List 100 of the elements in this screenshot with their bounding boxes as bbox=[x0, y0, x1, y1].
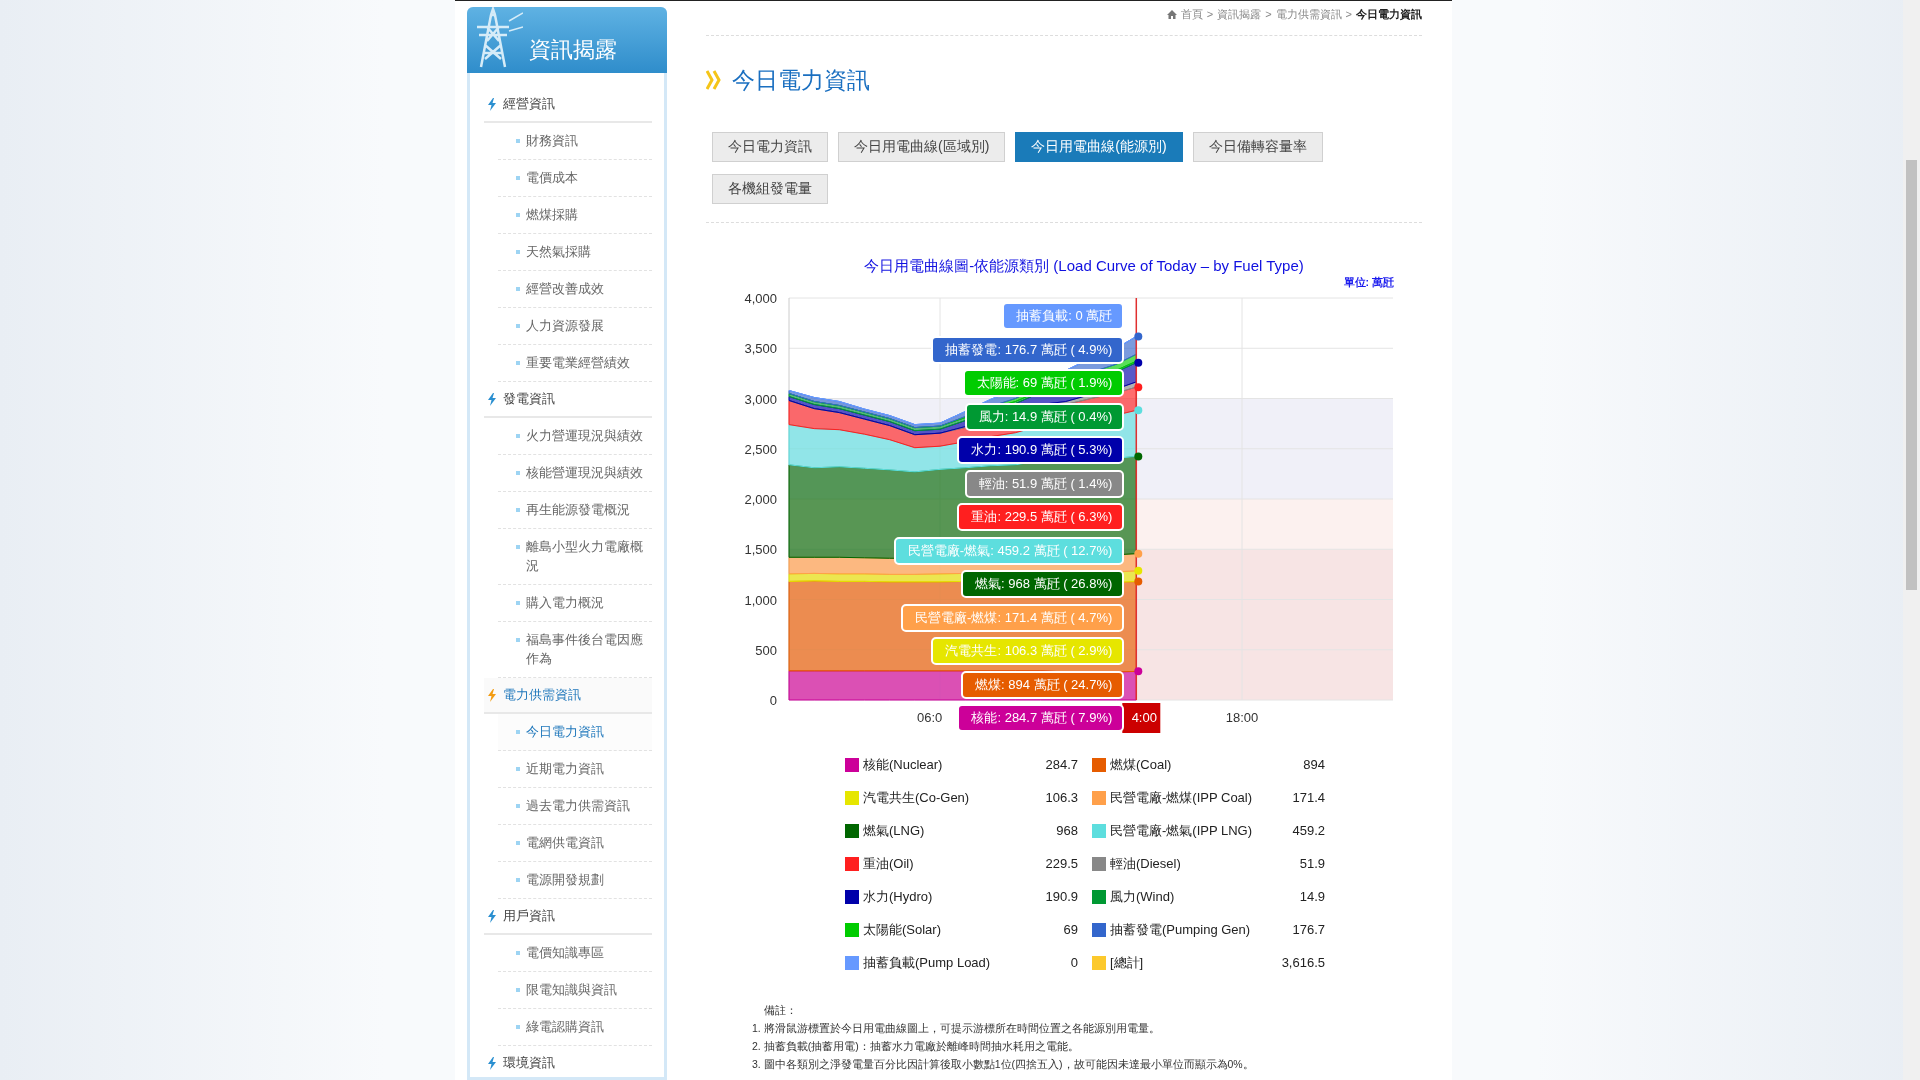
breadcrumb-separator: > bbox=[1345, 8, 1352, 20]
legend-label: [總計] bbox=[1110, 953, 1145, 972]
breadcrumb-link[interactable]: 資訊揭露 bbox=[1217, 6, 1262, 22]
sidebar-item[interactable]: 購入電力概況 bbox=[498, 585, 652, 622]
tab[interactable]: 今日用電曲線(能源別) bbox=[1015, 132, 1183, 162]
legend-label: 抽蓄發電(Pumping Gen) bbox=[1110, 920, 1252, 939]
sidebar-item[interactable]: 過去電力供需資訊 bbox=[498, 788, 652, 825]
item-label: 綠電認購資訊 bbox=[526, 1019, 604, 1036]
legend-value: 106.3 bbox=[1045, 790, 1078, 805]
tooltip-label: 風力: 14.9 萬瓩 ( 0.4%) bbox=[964, 402, 1125, 431]
lightning-icon bbox=[488, 1056, 496, 1070]
sidebar-item[interactable]: 再生能源發電概況 bbox=[498, 492, 652, 529]
legend-label: 太陽能(Solar) bbox=[863, 920, 942, 939]
page-title: 今日電力資訊 bbox=[732, 65, 870, 95]
sidebar-item[interactable]: 燃煤採購 bbox=[498, 197, 652, 234]
sidebar-item[interactable]: 電價知識專區 bbox=[498, 935, 652, 972]
tooltip-label: 抽蓄發電: 176.7 萬瓩 ( 4.9%) bbox=[931, 335, 1125, 364]
section-label: 經營資訊 bbox=[503, 95, 555, 113]
tab[interactable]: 今日備轉容量率 bbox=[1192, 132, 1323, 162]
sidebar-section[interactable]: 用戶資訊 bbox=[484, 899, 652, 935]
bullet-icon bbox=[516, 730, 520, 734]
bullet-icon bbox=[516, 841, 520, 845]
legend-value: 284.7 bbox=[1045, 757, 1078, 772]
sidebar-item[interactable]: 電價成本 bbox=[498, 160, 652, 197]
tooltip-label: 抽蓄負載: 0 萬瓩 bbox=[1002, 302, 1125, 330]
sidebar-item[interactable]: 近期電力資訊 bbox=[498, 751, 652, 788]
sidebar-item[interactable]: 核能營運現況與績效 bbox=[498, 455, 652, 492]
item-label: 電源開發規劃 bbox=[526, 872, 604, 889]
breadcrumb-link[interactable]: 首頁 bbox=[1180, 6, 1203, 22]
y-axis-label: 3,000 bbox=[744, 391, 777, 407]
sidebar-section[interactable]: 經營資訊 bbox=[484, 87, 652, 123]
item-label: 過去電力供需資訊 bbox=[526, 798, 630, 815]
legend-value: 0 bbox=[1070, 955, 1078, 970]
tooltip-label: 輕油: 51.9 萬瓩 ( 1.4%) bbox=[964, 469, 1125, 498]
legend-label: 輕油(Diesel) bbox=[1110, 854, 1182, 873]
legend-label: 燃氣(LNG) bbox=[863, 821, 926, 840]
bullet-icon bbox=[516, 601, 520, 605]
item-label: 財務資訊 bbox=[526, 133, 578, 150]
sidebar-item[interactable]: 重要電業經營績效 bbox=[498, 345, 652, 382]
legend-label: 抽蓄負載(Pump Load) bbox=[863, 953, 992, 972]
legend-label: 風力(Wind) bbox=[1110, 887, 1176, 906]
sidebar-item[interactable]: 經營改善成效 bbox=[498, 271, 652, 308]
y-axis-label: 1,500 bbox=[744, 542, 777, 558]
sidebar-item[interactable]: 電源開發規劃 bbox=[498, 862, 652, 899]
sidebar-item[interactable]: 天然氣採購 bbox=[498, 234, 652, 271]
y-axis-label: 500 bbox=[755, 642, 777, 658]
sidebar-item[interactable]: 綠電認購資訊 bbox=[498, 1009, 652, 1046]
sidebar-title: 資訊揭露 bbox=[529, 36, 617, 64]
home-icon[interactable] bbox=[1166, 9, 1177, 19]
sidebar-item[interactable]: 火力營運現況與績效 bbox=[498, 418, 652, 455]
chart-title: 今日用電曲線圖-依能源類別 (Load Curve of Today – by Fuel Type) bbox=[863, 257, 1305, 276]
bullet-icon bbox=[516, 1025, 520, 1029]
item-label: 離島小型火力電廠概況 bbox=[526, 539, 644, 575]
lightning-icon bbox=[488, 909, 496, 923]
section-label: 環境資訊 bbox=[503, 1054, 555, 1072]
item-label: 電價成本 bbox=[526, 170, 578, 187]
tab[interactable]: 各機組發電量 bbox=[712, 174, 828, 204]
tooltip-label: 燃氣: 968 萬瓩 ( 26.8%) bbox=[961, 570, 1125, 598]
time-label: 4:00 bbox=[1131, 710, 1157, 725]
sidebar-section[interactable]: 電力供需資訊 bbox=[484, 678, 652, 714]
note-text: 3. 圖中各類別之淨發電量百分比因計算後取小數點1位(四捨五入)，故可能因未達最小單位而顯示為0%。 bbox=[752, 1057, 1255, 1072]
legend-value: 190.9 bbox=[1045, 889, 1078, 904]
scrollbar[interactable] bbox=[1903, 0, 1920, 1080]
item-label: 經營改善成效 bbox=[526, 281, 604, 298]
tooltip-label: 民營電廠-燃煤: 171.4 萬瓩 ( 4.7%) bbox=[901, 603, 1125, 632]
legend-value: 14.9 bbox=[1299, 889, 1325, 904]
sidebar-item[interactable]: 電網供電資訊 bbox=[498, 825, 652, 862]
notes-heading: 備註： bbox=[763, 1003, 798, 1018]
legend-value: 894 bbox=[1303, 757, 1325, 772]
bullet-icon bbox=[516, 287, 520, 291]
lightning-icon bbox=[488, 688, 496, 702]
bullet-icon bbox=[516, 767, 520, 771]
sidebar-item[interactable]: 離島小型火力電廠概況 bbox=[498, 529, 652, 585]
y-axis-label: 2,000 bbox=[744, 492, 777, 507]
sidebar-item[interactable]: 財務資訊 bbox=[498, 123, 652, 160]
lightning-icon bbox=[488, 97, 496, 111]
section-label: 電力供需資訊 bbox=[503, 686, 581, 704]
breadcrumb-link[interactable]: 電力供需資訊 bbox=[1275, 6, 1342, 22]
sidebar-section[interactable]: 發電資訊 bbox=[484, 382, 652, 418]
tooltip-label: 重油: 229.5 萬瓩 ( 6.3%) bbox=[957, 503, 1125, 531]
breadcrumb-link[interactable]: 今日電力資訊 bbox=[1356, 6, 1422, 22]
legend-label: 重油(Oil) bbox=[863, 854, 915, 873]
item-label: 福島事件後台電因應作為 bbox=[526, 632, 644, 668]
item-label: 近期電力資訊 bbox=[526, 761, 604, 778]
item-label: 重要電業經營績效 bbox=[526, 355, 630, 372]
unit-label: 單位: 萬瓩 bbox=[1343, 276, 1394, 290]
tab[interactable]: 今日用電曲線(區域別) bbox=[838, 132, 1006, 162]
tab[interactable]: 今日電力資訊 bbox=[712, 132, 828, 162]
item-label: 今日電力資訊 bbox=[526, 724, 604, 741]
x-axis-label: 06:0 bbox=[917, 710, 943, 725]
legend-label: 民營電廠-燃煤(IPP Coal) bbox=[1110, 788, 1254, 807]
sidebar-section[interactable]: 環境資訊 bbox=[484, 1046, 652, 1080]
breadcrumb-separator: > bbox=[1265, 8, 1272, 20]
bullet-icon bbox=[516, 324, 520, 328]
tooltip-label: 太陽能: 69 萬瓩 ( 1.9%) bbox=[962, 369, 1125, 397]
time-marker bbox=[1122, 703, 1161, 733]
tooltip-label: 民營電廠-燃氣: 459.2 萬瓩 ( 12.7%) bbox=[893, 536, 1125, 565]
sidebar-item[interactable]: 人力資源發展 bbox=[498, 308, 652, 345]
sidebar-item[interactable]: 限電知識與資訊 bbox=[498, 972, 652, 1009]
breadcrumb-separator: > bbox=[1206, 8, 1214, 20]
